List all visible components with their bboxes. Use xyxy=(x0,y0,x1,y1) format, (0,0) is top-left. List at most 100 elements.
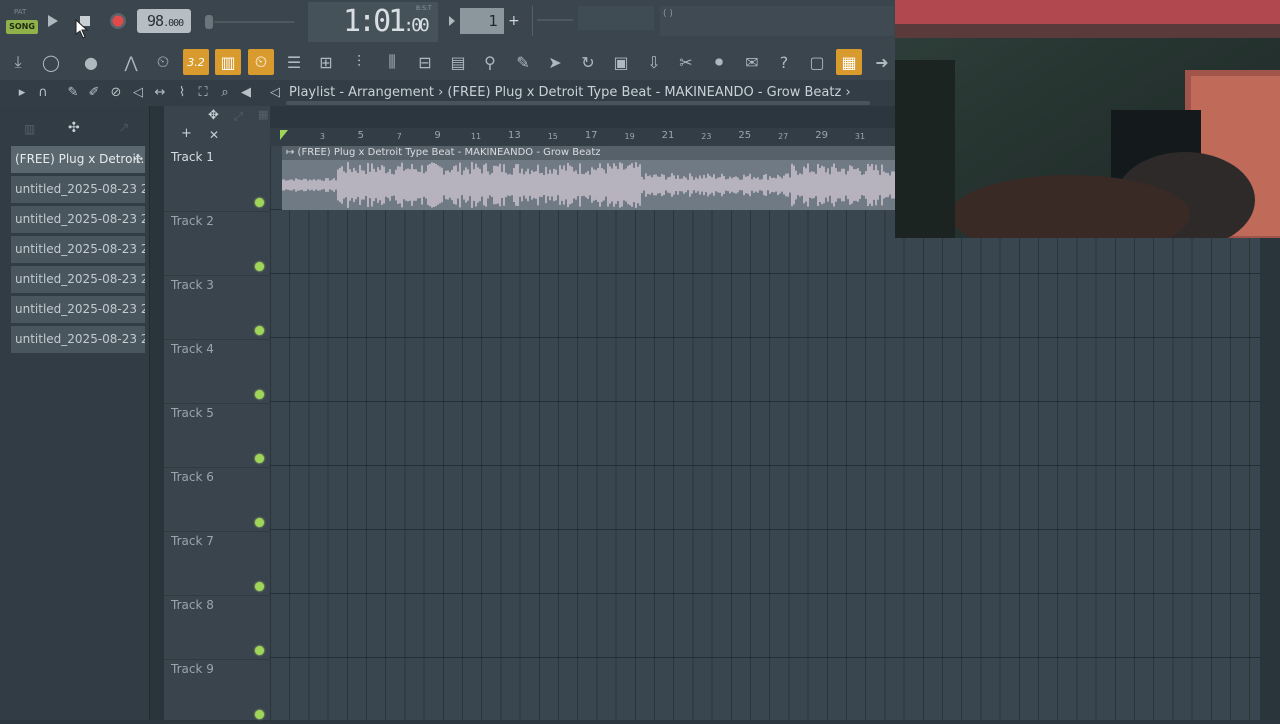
playhead-marker-icon[interactable] xyxy=(280,130,290,142)
track-header[interactable]: Track 7 xyxy=(164,532,270,596)
track-mute-led[interactable] xyxy=(255,326,264,335)
magnet-snap-icon[interactable]: ∩ xyxy=(34,84,52,102)
speaker-icon[interactable]: ◁ xyxy=(266,84,284,102)
track-header-tools: + ✥ ✕ ⤢ ▦ xyxy=(164,106,270,148)
picker-clip-item[interactable]: untitled_2025-08-23 21... xyxy=(11,206,145,233)
track-header[interactable]: Track 8 xyxy=(164,596,270,660)
loop-icon[interactable]: ↻ xyxy=(575,49,601,75)
add-track-icon[interactable]: + xyxy=(181,126,192,141)
window-icon[interactable]: ▢ xyxy=(804,49,830,75)
track-header[interactable]: Track 2 xyxy=(164,212,270,276)
step-seq-icon[interactable]: ▥ xyxy=(215,49,241,75)
keyboard-icon[interactable]: ▦ xyxy=(836,49,862,75)
slice-tool-icon[interactable]: ⌇ xyxy=(173,84,191,102)
picker-clip-label: (FREE) Plug x Detroit... xyxy=(15,152,145,166)
close-icon[interactable]: ✕ xyxy=(209,128,219,142)
chat-icon[interactable]: ✉ xyxy=(739,49,765,75)
picker-clip-item[interactable]: untitled_2025-08-23 21... xyxy=(11,236,145,263)
timeline-ruler[interactable]: 5 9 13 17 21 25 29 3 7 11 15 19 23 27 31 xyxy=(270,128,895,146)
send-icon[interactable]: ➤ xyxy=(542,49,568,75)
track-mute-led[interactable] xyxy=(255,582,264,591)
picker-scrollbar[interactable] xyxy=(150,106,164,720)
track-header[interactable]: Track 5 xyxy=(164,404,270,468)
track-header[interactable]: Track 1 xyxy=(164,148,270,212)
mixer-rec-icon[interactable]: ☰ xyxy=(281,49,307,75)
track-mute-led[interactable] xyxy=(255,646,264,655)
pattern-selector[interactable]: 1 + xyxy=(444,8,524,34)
knob-icon[interactable]: ◯ xyxy=(38,49,64,75)
song-mode-label[interactable]: SONG xyxy=(6,20,38,34)
main-toolbar: ⤓ ◯ ● ⋀ ⏲ 3.2 ▥ ⏲ ☰ ⊞ ⫶ ⫼ ⊟ ▤ ⚲ ✎ ➤ ↻ ▣ ⇩ ✂ ⏺ ✉? ▢ ▦ ➜ xyxy=(0,44,895,80)
brush-icon[interactable]: ✎ xyxy=(510,49,536,75)
paint-tool-icon[interactable]: ✐ xyxy=(85,84,103,102)
tempo-tap-icon[interactable]: ⏲ xyxy=(150,49,176,75)
tempo-display[interactable]: 98.000 xyxy=(137,9,191,33)
wait-icon[interactable]: ⏲ xyxy=(248,49,274,75)
audio-clip-icon: ✣ xyxy=(132,152,143,166)
horizontal-scrollbar[interactable] xyxy=(286,100,870,106)
track-header[interactable]: Track 3 xyxy=(164,276,270,340)
picker-clip-item[interactable]: untitled_2025-08-23 21... xyxy=(11,176,145,203)
lock-icon[interactable]: ▦ xyxy=(258,108,268,121)
audio-clip[interactable]: ↦ (FREE) Plug x Detroit Type Beat - MAKI… xyxy=(282,146,895,210)
channel-rack-icon[interactable]: ⫶ xyxy=(346,49,372,75)
master-volume-slider[interactable] xyxy=(200,12,296,32)
pattern-arrow-icon[interactable] xyxy=(446,8,458,34)
automation-picker-icon[interactable]: ↗ xyxy=(118,120,130,136)
picker-clip-item[interactable]: untitled_2025-08-23 21... xyxy=(11,296,145,323)
slider-track-icon xyxy=(205,15,294,29)
mute-tool-icon[interactable]: ◁ xyxy=(129,84,147,102)
track-mute-led[interactable] xyxy=(255,262,264,271)
browser-icon[interactable]: ▤ xyxy=(445,49,471,75)
add-pattern-button[interactable]: + xyxy=(508,13,520,29)
slip-tool-icon[interactable]: ↔ xyxy=(151,84,169,102)
track-mute-led[interactable] xyxy=(255,710,264,719)
mic-icon[interactable]: ⏺ xyxy=(706,49,732,75)
save-icon[interactable]: ▣ xyxy=(608,49,634,75)
tuner-icon[interactable]: ⋀ xyxy=(118,49,144,75)
stop-button[interactable] xyxy=(74,10,96,39)
playlist-icon[interactable]: ⊞ xyxy=(313,49,339,75)
breadcrumb[interactable]: Playlist - Arrangement › (FREE) Plug x D… xyxy=(289,85,851,100)
track-mute-led[interactable] xyxy=(255,518,264,527)
select-tool-icon[interactable]: ⛶ xyxy=(194,84,212,102)
render-icon[interactable]: ⇩ xyxy=(641,49,667,75)
record-button[interactable] xyxy=(107,10,129,32)
piano-roll-icon[interactable]: ⊟ xyxy=(412,49,438,75)
audio-picker-icon[interactable]: ✣ xyxy=(68,120,80,136)
picker-clip-item[interactable]: untitled_2025-08-23 21... xyxy=(11,266,145,293)
time-sub: :00 xyxy=(403,15,429,36)
playback-tool-icon[interactable]: ◀ xyxy=(237,84,255,102)
link-icon[interactable]: ⤢ xyxy=(234,110,243,124)
track-header[interactable]: Track 9 xyxy=(164,660,270,724)
play-button[interactable] xyxy=(42,10,64,32)
pattern-number[interactable]: 1 xyxy=(460,8,504,34)
next-icon[interactable]: ➜ xyxy=(869,49,895,75)
playlist-vertical-scrollbar[interactable] xyxy=(1260,238,1280,720)
knob-dark-icon[interactable]: ● xyxy=(78,49,104,75)
track-mute-led[interactable] xyxy=(255,454,264,463)
plugin-icon[interactable]: ⚲ xyxy=(477,49,503,75)
song-position[interactable]: 1:01:00 xyxy=(343,4,430,39)
picker-clip-item[interactable]: (FREE) Plug x Detroit... ✣ xyxy=(11,146,145,173)
zoom-tool-icon[interactable]: ⌕ xyxy=(216,84,234,102)
help-icon[interactable]: ? xyxy=(771,49,797,75)
track-header[interactable]: Track 6 xyxy=(164,468,270,532)
pat-mode-label[interactable]: PAT xyxy=(14,8,26,16)
delete-tool-icon[interactable]: ⊘ xyxy=(107,84,125,102)
download-icon[interactable]: ⤓ xyxy=(5,49,31,75)
ruler-bar-number: 21 xyxy=(661,130,675,141)
menu-arrow-icon[interactable]: ▸ xyxy=(13,84,31,102)
track-header[interactable]: Track 4 xyxy=(164,340,270,404)
track-mute-led[interactable] xyxy=(255,198,264,207)
snap-icon[interactable]: 3.2 xyxy=(183,49,209,75)
move-icon[interactable]: ✥ xyxy=(208,108,219,123)
clip-list: (FREE) Plug x Detroit... ✣ untitled_2025-0… xyxy=(0,146,149,353)
picker-clip-item[interactable]: untitled_2025-08-23 21... xyxy=(11,326,145,353)
pattern-song-toggle[interactable]: PAT SONG xyxy=(6,6,38,36)
mixer-icon[interactable]: ⫼ xyxy=(379,49,405,75)
draw-tool-icon[interactable]: ✎ xyxy=(64,84,82,102)
pattern-picker-icon[interactable]: ▥ xyxy=(24,122,35,136)
track-mute-led[interactable] xyxy=(255,390,264,399)
cut-icon[interactable]: ✂ xyxy=(673,49,699,75)
